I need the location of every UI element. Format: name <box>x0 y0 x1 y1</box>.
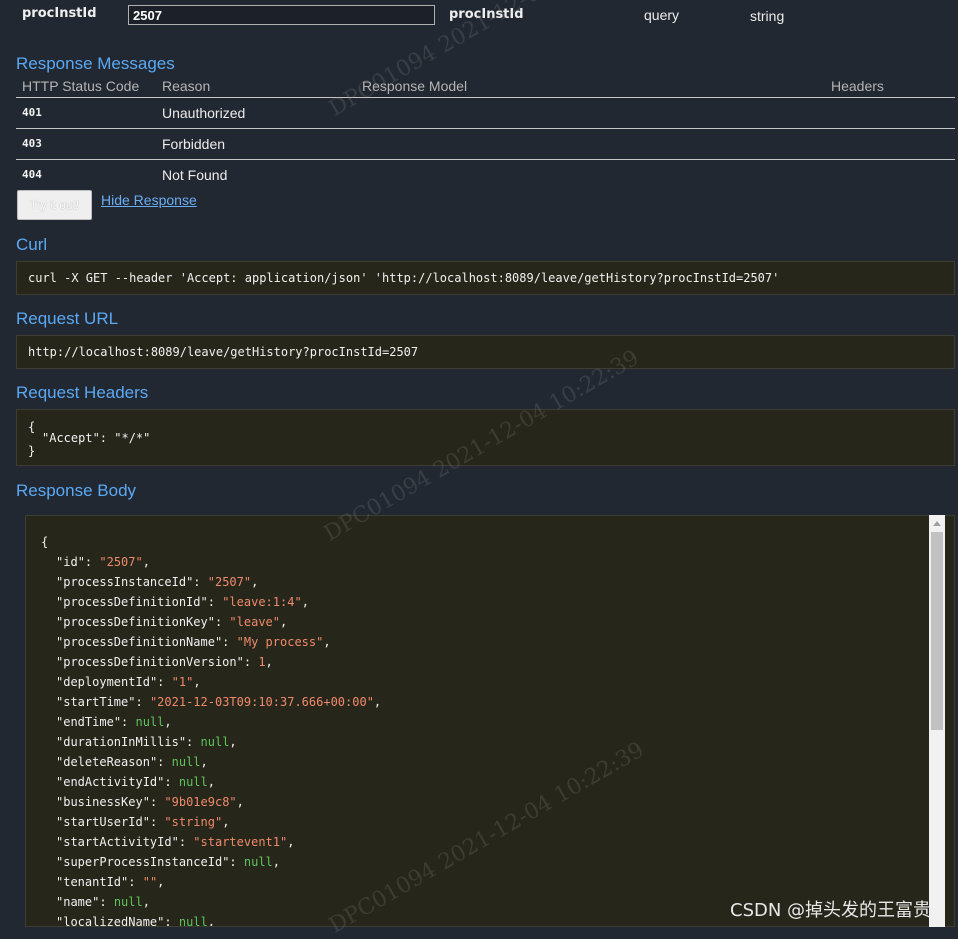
response-body-scrollbar[interactable] <box>929 515 945 927</box>
column-header-reason: Reason <box>162 78 211 94</box>
json-key: deploymentId <box>63 675 150 689</box>
response-field-line: "businessKey": "9b01e9c8", <box>56 795 244 809</box>
json-value: "startevent1" <box>193 835 288 849</box>
json-key: name <box>63 895 93 909</box>
request-headers-accept: "Accept": "*/*" <box>42 431 151 445</box>
json-key: deleteReason <box>63 755 150 769</box>
response-body-box: { "id": "2507", "processInstanceId": "250… <box>25 515 955 927</box>
column-header-status-code: HTTP Status Code <box>22 78 140 94</box>
request-url-text: http://localhost:8089/leave/getHistory?p… <box>28 345 419 359</box>
json-value: "2021-12-03T09:10:37.666+00:00" <box>149 695 374 709</box>
json-value: "string" <box>164 815 223 829</box>
json-value: "My process" <box>236 635 324 649</box>
json-key: endTime <box>63 715 114 729</box>
request-headers-open-brace: { <box>28 420 36 434</box>
request-headers-close-brace: } <box>28 444 36 458</box>
json-key: startUserId <box>63 815 143 829</box>
table-divider <box>16 97 955 98</box>
response-field-line: "deleteReason": null, <box>56 755 208 769</box>
try-it-out-button[interactable]: Try it out! <box>17 190 92 220</box>
status-code-403: 403 <box>22 137 42 150</box>
json-value: 1 <box>258 655 266 669</box>
json-key: businessKey <box>63 795 143 809</box>
hide-response-link[interactable]: Hide Response <box>101 192 197 208</box>
column-header-response-model: Response Model <box>362 78 468 94</box>
response-field-line: "id": "2507", <box>56 555 150 569</box>
response-field-line: "superProcessInstanceId": null, <box>56 855 281 869</box>
reason-401: Unauthorized <box>162 105 246 121</box>
response-field-line: "processDefinitionName": "My process", <box>56 635 331 649</box>
csdn-credit: CSDN @掉头发的王富贵 <box>730 900 932 921</box>
json-value: null <box>135 715 165 729</box>
json-value: "9b01e9c8" <box>164 795 237 809</box>
json-key: durationInMillis <box>63 735 179 749</box>
json-value: null <box>200 735 230 749</box>
column-header-headers: Headers <box>831 78 884 94</box>
json-value: "2507" <box>99 555 143 569</box>
json-value: "leave:1:4" <box>222 595 302 609</box>
response-field-line: "tenantId": "", <box>56 875 165 889</box>
table-divider <box>16 159 955 160</box>
response-field-line: "startTime": "2021-12-03T09:10:37.666+00… <box>56 695 382 709</box>
response-field-line: "processDefinitionVersion": 1, <box>56 655 273 669</box>
json-key: endActivityId <box>63 775 158 789</box>
json-key: processDefinitionId <box>63 595 201 609</box>
status-code-401: 401 <box>22 106 42 119</box>
response-field-line: "startActivityId": "startevent1", <box>56 835 295 849</box>
json-value: "leave" <box>229 615 280 629</box>
json-key: localizedName <box>63 915 158 927</box>
response-messages-title: Response Messages <box>16 54 175 73</box>
reason-403: Forbidden <box>162 136 226 152</box>
response-field-line: "endActivityId": null, <box>56 775 215 789</box>
json-value: "2507" <box>207 575 252 589</box>
request-headers-box: { "Accept": "*/*" } <box>16 409 955 466</box>
json-value: null <box>243 855 273 869</box>
parameter-data-type: string <box>750 8 785 24</box>
json-key: superProcessInstanceId <box>63 855 223 869</box>
response-body-open-brace: { <box>41 535 49 549</box>
response-field-line: "endTime": null, <box>56 715 172 729</box>
scrollbar-thumb[interactable] <box>931 532 943 730</box>
json-value: "1" <box>171 675 194 689</box>
curl-title: Curl <box>16 235 48 254</box>
parameter-type: query <box>644 7 680 23</box>
reason-404: Not Found <box>162 167 228 183</box>
response-field-line: "processInstanceId": "2507", <box>56 575 259 589</box>
procinstid-input[interactable] <box>128 5 435 25</box>
response-field-line: "localizedName": null, <box>56 915 215 927</box>
response-field-line: "deploymentId": "1", <box>56 675 201 689</box>
json-key: tenantId <box>63 875 122 889</box>
json-value: null <box>171 755 201 769</box>
json-key: id <box>63 555 78 569</box>
request-url-box: http://localhost:8089/leave/getHistory?p… <box>16 335 955 369</box>
scroll-up-arrow-icon[interactable] <box>929 515 945 531</box>
json-key: processDefinitionKey <box>63 615 208 629</box>
json-key: processDefinitionName <box>63 635 215 649</box>
request-headers-title: Request Headers <box>16 383 149 402</box>
status-code-404: 404 <box>22 168 42 181</box>
response-field-line: "durationInMillis": null, <box>56 735 237 749</box>
response-field-line: "processDefinitionId": "leave:1:4", <box>56 595 309 609</box>
json-value: "" <box>142 875 158 889</box>
json-value: null <box>113 895 143 909</box>
json-key: processInstanceId <box>63 575 187 589</box>
json-value: null <box>178 775 208 789</box>
request-url-title: Request URL <box>16 309 119 328</box>
curl-command: curl -X GET --header 'Accept: applicatio… <box>28 271 780 285</box>
table-divider <box>16 128 955 129</box>
parameter-description: procInstId <box>449 7 524 22</box>
curl-box: curl -X GET --header 'Accept: applicatio… <box>16 261 955 295</box>
response-field-line: "processDefinitionKey": "leave", <box>56 615 288 629</box>
json-value: null <box>178 915 208 927</box>
response-field-line: "name": null, <box>56 895 150 909</box>
response-field-line: "startUserId": "string", <box>56 815 230 829</box>
parameter-name: procInstId <box>22 6 97 21</box>
json-key: processDefinitionVersion <box>63 655 237 669</box>
response-body-title: Response Body <box>16 481 137 500</box>
json-key: startActivityId <box>63 835 172 849</box>
json-key: startTime <box>63 695 129 709</box>
